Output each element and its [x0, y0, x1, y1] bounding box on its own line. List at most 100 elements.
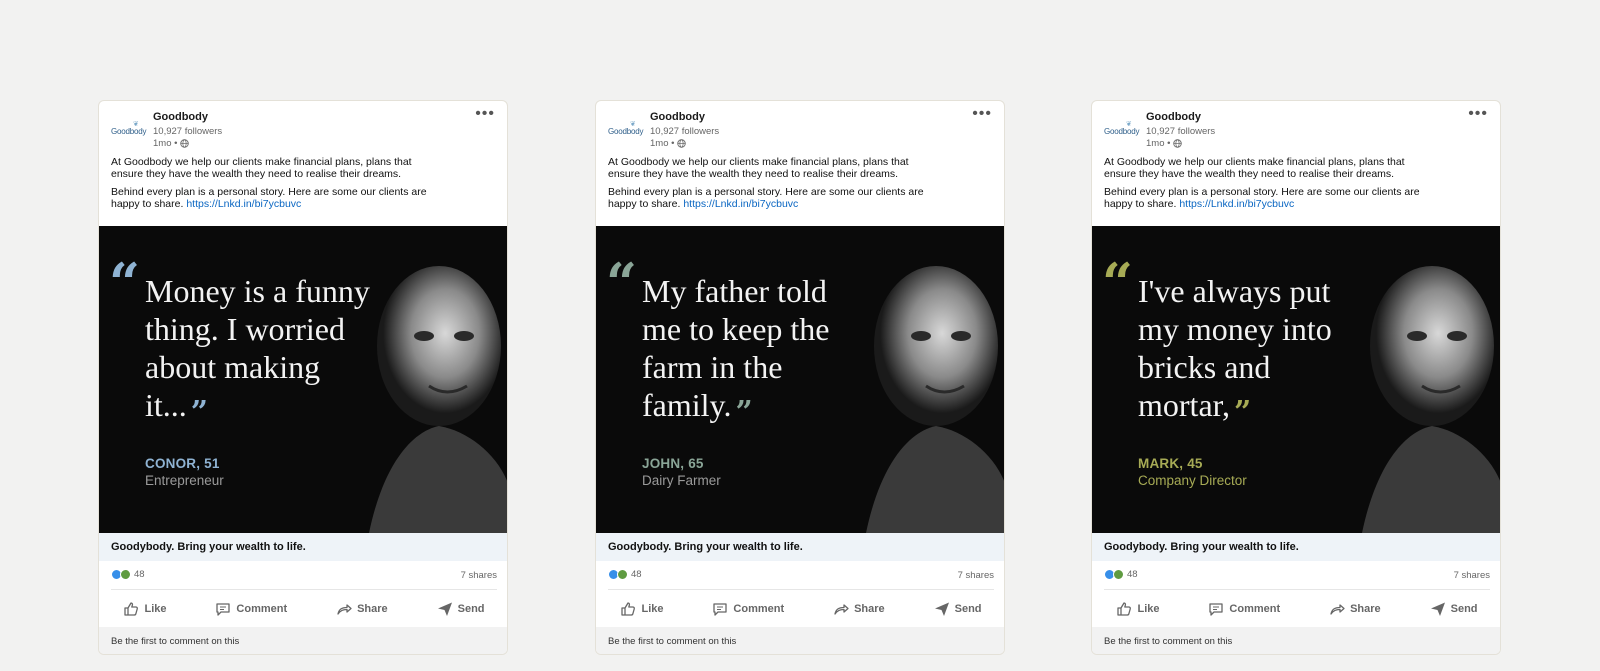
send-label: Send — [457, 602, 485, 615]
celebrate-reaction-icon — [617, 569, 628, 580]
comment-button[interactable]: Comment — [712, 601, 784, 617]
logo-text: Goodbody — [1104, 127, 1140, 136]
post-image[interactable]: “ I've always put my money into bricks a… — [1092, 226, 1500, 533]
follower-count: 10,927 followers — [650, 126, 720, 137]
image-caption[interactable]: Goodybody. Bring your wealth to life. — [596, 533, 1004, 561]
send-icon — [1430, 602, 1445, 616]
company-name[interactable]: Goodbody — [650, 111, 705, 123]
action-bar: Like Comment Share Send — [596, 590, 1004, 627]
linkedin-post: ❦ Goodbody Goodbody 10,927 followers 1mo… — [98, 100, 508, 655]
person-name: CONOR, 51 — [145, 456, 220, 471]
thumbs-up-icon — [1117, 601, 1132, 616]
action-bar: Like Comment Share Send — [99, 590, 507, 627]
post-link[interactable]: https://Lnkd.in/bi7ycbuvc — [1179, 198, 1294, 210]
post-text-line-1: At Goodbody we help our clients make fin… — [111, 156, 412, 180]
post-image[interactable]: “ My father told me to keep the farm in … — [596, 226, 1004, 533]
post-text-line-2: Behind every plan is a personal story. H… — [608, 186, 943, 210]
like-label: Like — [144, 602, 167, 615]
post-image[interactable]: “ Money is a funny thing. I worried abou… — [99, 226, 507, 533]
post-text-line-2: Behind every plan is a personal story. H… — [1104, 186, 1439, 210]
person-name: JOHN, 65 — [642, 456, 704, 471]
send-icon — [934, 602, 949, 616]
post-header: ❦ Goodbody Goodbody 10,927 followers 1mo… — [596, 101, 1004, 151]
like-label: Like — [1137, 602, 1160, 615]
comment-label: Comment — [733, 602, 785, 615]
reaction-summary[interactable]: 48 — [111, 569, 145, 580]
send-button[interactable]: Send — [1430, 601, 1478, 617]
share-button[interactable]: Share — [1329, 601, 1381, 617]
company-name[interactable]: Goodbody — [153, 111, 208, 123]
logo-text: Goodbody — [608, 127, 644, 136]
comment-button[interactable]: Comment — [215, 601, 287, 617]
post-link[interactable]: https://Lnkd.in/bi7ycbuvc — [186, 198, 301, 210]
send-icon — [437, 602, 452, 616]
more-options-icon[interactable]: ••• — [475, 106, 495, 122]
comment-prompt[interactable]: Be the first to comment on this — [1092, 627, 1500, 654]
share-label: Share — [357, 602, 388, 615]
share-count[interactable]: 7 shares — [461, 570, 497, 581]
post-text-line-2: Behind every plan is a personal story. H… — [111, 186, 446, 210]
globe-icon — [1173, 139, 1183, 148]
action-bar: Like Comment Share Send — [1092, 590, 1500, 627]
image-caption[interactable]: Goodybody. Bring your wealth to life. — [1092, 533, 1500, 561]
send-label: Send — [954, 602, 982, 615]
open-quote-mark: “ — [109, 251, 141, 315]
company-name[interactable]: Goodbody — [1146, 111, 1201, 123]
comment-icon — [713, 602, 728, 616]
open-quote-mark: “ — [606, 251, 638, 315]
reaction-summary[interactable]: 48 — [1104, 569, 1138, 580]
comment-icon — [1209, 602, 1224, 616]
person-role: Entrepreneur — [145, 473, 224, 488]
share-count[interactable]: 7 shares — [1454, 570, 1490, 581]
post-link[interactable]: https://Lnkd.in/bi7ycbuvc — [683, 198, 798, 210]
comment-button[interactable]: Comment — [1208, 601, 1280, 617]
comment-prompt[interactable]: Be the first to comment on this — [99, 627, 507, 654]
post-text-line-1: At Goodbody we help our clients make fin… — [1104, 156, 1405, 180]
linkedin-post: ❦ Goodbody Goodbody 10,927 followers 1mo… — [595, 100, 1005, 655]
reaction-count: 48 — [134, 569, 145, 580]
company-logo[interactable]: ❦ Goodbody — [111, 118, 149, 140]
like-label: Like — [641, 602, 664, 615]
follower-count: 10,927 followers — [153, 126, 223, 137]
share-button[interactable]: Share — [833, 601, 885, 617]
post-stats: 48 7 shares — [99, 561, 507, 589]
share-arrow-icon — [337, 603, 352, 615]
share-arrow-icon — [834, 603, 849, 615]
follower-count: 10,927 followers — [1146, 126, 1216, 137]
person-role: Company Director — [1138, 473, 1247, 488]
post-stats: 48 7 shares — [1092, 561, 1500, 589]
portrait-photo — [369, 266, 507, 533]
post-stats: 48 7 shares — [596, 561, 1004, 589]
like-button[interactable]: Like — [1116, 601, 1159, 617]
post-meta: 1mo • — [1146, 138, 1183, 149]
share-button[interactable]: Share — [336, 601, 388, 617]
close-quote-mark: ” — [190, 395, 209, 430]
comment-icon — [216, 602, 231, 616]
portrait-photo — [1362, 266, 1500, 533]
image-caption[interactable]: Goodybody. Bring your wealth to life. — [99, 533, 507, 561]
like-button[interactable]: Like — [620, 601, 663, 617]
share-label: Share — [854, 602, 885, 615]
post-meta: 1mo • — [650, 138, 687, 149]
thumbs-up-icon — [621, 601, 636, 616]
person-name: MARK, 45 — [1138, 456, 1203, 471]
logo-text: Goodbody — [111, 127, 147, 136]
reaction-count: 48 — [1127, 569, 1138, 580]
reaction-summary[interactable]: 48 — [608, 569, 642, 580]
more-options-icon[interactable]: ••• — [972, 106, 992, 122]
share-count[interactable]: 7 shares — [958, 570, 994, 581]
comment-label: Comment — [236, 602, 288, 615]
comment-prompt[interactable]: Be the first to comment on this — [596, 627, 1004, 654]
thumbs-up-icon — [124, 601, 139, 616]
company-logo[interactable]: ❦ Goodbody — [608, 118, 646, 140]
comment-label: Comment — [1229, 602, 1281, 615]
post-time: 1mo • — [153, 138, 178, 149]
share-arrow-icon — [1330, 603, 1345, 615]
send-button[interactable]: Send — [934, 601, 982, 617]
post-header: ❦ Goodbody Goodbody 10,927 followers 1mo… — [1092, 101, 1500, 151]
like-button[interactable]: Like — [123, 601, 166, 617]
more-options-icon[interactable]: ••• — [1468, 106, 1488, 122]
company-logo[interactable]: ❦ Goodbody — [1104, 118, 1142, 140]
share-label: Share — [1350, 602, 1381, 615]
send-button[interactable]: Send — [437, 601, 485, 617]
